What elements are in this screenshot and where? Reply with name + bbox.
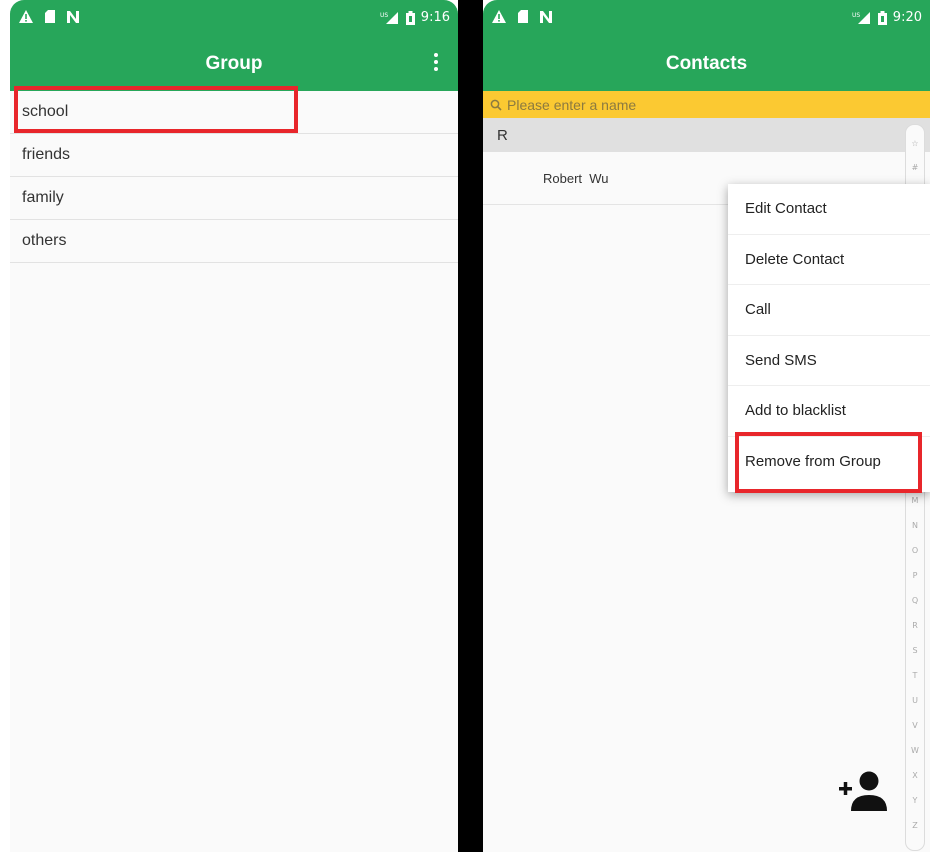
battery-icon: [405, 10, 415, 25]
section-header: R: [483, 118, 930, 152]
signal-icon: US: [380, 11, 400, 25]
sd-card-icon: [44, 9, 56, 24]
index-letter-hash[interactable]: #: [906, 163, 924, 172]
keyboard-indicator: US: [380, 12, 388, 19]
index-letter-s[interactable]: S: [906, 646, 924, 655]
sd-card-icon: [517, 9, 529, 24]
add-person-icon[interactable]: [839, 770, 891, 812]
index-letter-n[interactable]: N: [906, 521, 924, 530]
warning-icon: [491, 9, 507, 24]
group-screen: US 9:16 Group school friends family othe…: [10, 0, 458, 852]
signal-icon: US: [852, 11, 872, 25]
index-letter-star[interactable]: ☆: [906, 139, 924, 148]
group-item-others[interactable]: others: [10, 220, 458, 263]
menu-item-call[interactable]: Call: [728, 285, 930, 336]
index-letter-u[interactable]: U: [906, 696, 924, 705]
index-letter-r[interactable]: R: [906, 621, 924, 630]
search-input[interactable]: Please enter a name: [507, 97, 636, 113]
highlight-box: [14, 86, 298, 133]
status-time: 9:20: [892, 10, 922, 25]
page-title: Group: [205, 53, 263, 74]
index-letter-w[interactable]: W: [906, 746, 924, 755]
battery-icon: [877, 10, 887, 25]
screen-divider: [458, 0, 483, 852]
index-letter-m[interactable]: M: [906, 496, 924, 505]
section-letter: R: [497, 127, 508, 144]
contacts-screen: US 9:20 Contacts Please enter a name R R…: [483, 0, 930, 852]
app-bar: Group: [10, 38, 458, 91]
status-bar: US 9:20: [483, 0, 930, 38]
index-letter-z[interactable]: Z: [906, 821, 924, 830]
menu-item-send-sms[interactable]: Send SMS: [728, 336, 930, 386]
group-item-friends[interactable]: friends: [10, 134, 458, 177]
app-bar: Contacts: [483, 38, 930, 91]
n-icon: [539, 10, 553, 24]
overflow-menu-icon[interactable]: [428, 53, 444, 75]
page-title: Contacts: [665, 53, 748, 74]
status-time: 9:16: [420, 10, 450, 25]
menu-item-edit-contact[interactable]: Edit Contact: [728, 184, 930, 235]
group-item-family[interactable]: family: [10, 177, 458, 220]
index-letter-o[interactable]: O: [906, 546, 924, 555]
search-icon: [490, 98, 502, 111]
highlight-box: [735, 432, 922, 493]
index-letter-x[interactable]: X: [906, 771, 924, 780]
keyboard-indicator: US: [852, 12, 860, 19]
contact-name: Robert Wu: [543, 171, 609, 186]
warning-icon: [18, 9, 34, 24]
index-letter-y[interactable]: Y: [906, 796, 924, 805]
n-icon: [66, 10, 80, 24]
index-letter-q[interactable]: Q: [906, 596, 924, 605]
menu-item-delete-contact[interactable]: Delete Contact: [728, 235, 930, 285]
search-bar[interactable]: Please enter a name: [483, 91, 930, 118]
index-letter-t[interactable]: T: [906, 671, 924, 680]
status-bar: US 9:16: [10, 0, 458, 38]
index-letter-p[interactable]: P: [906, 571, 924, 580]
index-letter-v[interactable]: V: [906, 721, 924, 730]
menu-item-add-to-blacklist[interactable]: Add to blacklist: [728, 386, 930, 437]
